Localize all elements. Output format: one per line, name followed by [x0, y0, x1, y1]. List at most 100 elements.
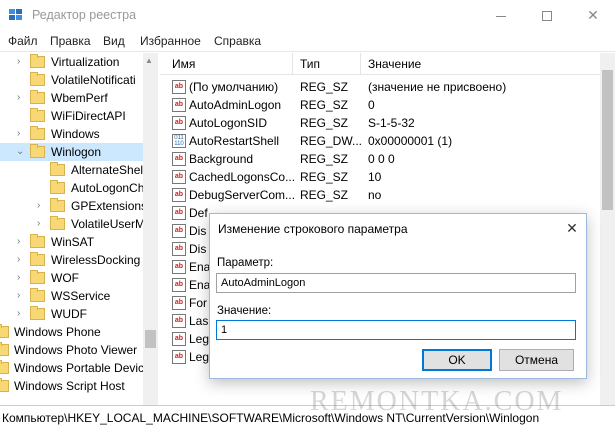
dialog-close-button[interactable]: ✕ — [562, 218, 582, 238]
folder-icon — [30, 108, 45, 122]
tree-item[interactable]: › Windows — [0, 125, 143, 143]
chevron-right-icon[interactable]: › — [17, 125, 20, 143]
tree-scrollbar[interactable] — [143, 53, 158, 405]
table-row[interactable]: 011 110 AutoRestartShell REG_DW... 0x0000… — [160, 132, 600, 150]
menu-file[interactable]: Файл — [8, 34, 38, 48]
maximize-button[interactable] — [524, 0, 570, 30]
dialog-title: Изменение строкового параметра — [218, 222, 408, 236]
list-header: Имя Тип Значение — [160, 53, 600, 75]
tree-item[interactable]: AutoLogonCh — [0, 179, 144, 197]
folder-icon — [30, 306, 45, 320]
folder-icon — [30, 252, 45, 266]
tree-item[interactable]: › WOF — [0, 269, 143, 287]
close-icon: ✕ — [587, 7, 599, 23]
tree-item[interactable]: › WSService — [0, 287, 143, 305]
folder-icon — [50, 162, 65, 176]
string-value-icon: ab — [172, 278, 186, 292]
binary-value-icon: 011 110 — [172, 134, 186, 148]
column-value-header[interactable]: Значение — [368, 57, 421, 71]
chevron-right-icon[interactable]: › — [17, 287, 20, 305]
chevron-right-icon[interactable]: › — [17, 251, 20, 269]
chevron-right-icon[interactable]: › — [17, 305, 20, 323]
menu-favorites[interactable]: Избранное — [140, 34, 201, 48]
chevron-right-icon[interactable]: › — [17, 233, 20, 251]
table-row[interactable]: ab Background REG_SZ 0 0 0 — [160, 150, 600, 168]
list-scroll-thumb[interactable] — [602, 70, 613, 210]
menu-help[interactable]: Справка — [214, 34, 261, 48]
table-row[interactable]: ab (По умолчанию) REG_SZ (значение не пр… — [160, 78, 600, 96]
string-value-icon: ab — [172, 98, 186, 112]
string-value-icon: ab — [172, 152, 186, 166]
string-value-icon: ab — [172, 188, 186, 202]
scroll-up-icon[interactable]: ▲ — [145, 56, 153, 65]
table-row[interactable]: ab AutoAdminLogon REG_SZ 0 — [160, 96, 600, 114]
param-name-field[interactable]: AutoAdminLogon — [216, 273, 576, 293]
folder-icon — [0, 360, 9, 374]
chevron-right-icon[interactable]: › — [37, 215, 40, 233]
close-button[interactable]: ✕ — [570, 0, 615, 30]
tree-item[interactable]: Windows Portable Devic — [0, 359, 144, 377]
tree-item[interactable]: Windows Phone — [0, 323, 143, 341]
registry-tree[interactable]: › Virtualization VolatileNotificati › Wb… — [0, 53, 158, 405]
string-value-icon: ab — [172, 332, 186, 346]
chevron-down-icon[interactable]: ⌄ — [16, 143, 24, 161]
folder-icon — [50, 198, 65, 212]
tree-item[interactable]: Windows Photo Viewer — [0, 341, 143, 359]
folder-icon — [0, 378, 9, 392]
column-divider[interactable] — [360, 53, 361, 75]
tree-item[interactable]: Windows Script Host — [0, 377, 143, 395]
table-row[interactable]: ab CachedLogonsCo... REG_SZ 10 — [160, 168, 600, 186]
column-divider[interactable] — [292, 53, 293, 75]
tree-item[interactable]: › WirelessDocking — [0, 251, 143, 269]
menu-view[interactable]: Вид — [103, 34, 125, 48]
close-icon: ✕ — [566, 220, 578, 236]
folder-icon — [0, 342, 9, 356]
menu-edit[interactable]: Правка — [50, 34, 91, 48]
tree-item[interactable]: › WbemPerf — [0, 89, 143, 107]
chevron-right-icon[interactable]: › — [17, 89, 20, 107]
tree-item[interactable]: › GPExtensions — [0, 197, 147, 215]
minimize-button[interactable] — [478, 0, 524, 30]
title-bar: Редактор реестра ✕ — [0, 0, 615, 30]
tree-item[interactable]: › WUDF — [0, 305, 143, 323]
tree-item[interactable]: VolatileNotificati — [0, 71, 143, 89]
tree-item[interactable]: AlternateShel — [0, 161, 143, 179]
table-row[interactable]: ab DebugServerCom... REG_SZ no — [160, 186, 600, 204]
tree-item[interactable]: WiFiDirectAPI — [0, 107, 143, 125]
chevron-right-icon[interactable]: › — [37, 197, 40, 215]
chevron-right-icon[interactable]: › — [17, 269, 20, 287]
folder-icon — [30, 288, 45, 302]
tree-item[interactable]: › Virtualization — [0, 53, 143, 71]
ok-button[interactable]: OK — [422, 349, 492, 371]
folder-icon — [50, 180, 65, 194]
folder-icon — [30, 126, 45, 140]
column-name-header[interactable]: Имя — [172, 57, 195, 71]
column-type-header[interactable]: Тип — [300, 57, 320, 71]
chevron-right-icon[interactable]: › — [17, 53, 20, 71]
folder-icon — [30, 72, 45, 86]
table-row[interactable]: ab AutoLogonSID REG_SZ S-1-5-32 — [160, 114, 600, 132]
window-title: Редактор реестра — [32, 8, 137, 22]
tree-item[interactable]: › VolatileUserM — [0, 215, 145, 233]
string-value-icon: ab — [172, 224, 186, 238]
value-data-field[interactable]: 1 — [216, 320, 576, 340]
folder-icon — [30, 234, 45, 248]
value-label: Значение: — [217, 305, 272, 317]
edit-string-dialog: Изменение строкового параметра ✕ Парамет… — [209, 213, 587, 379]
string-value-icon: ab — [172, 206, 186, 220]
minimize-icon — [496, 15, 506, 17]
tree-scroll-thumb[interactable] — [145, 330, 156, 348]
tree-item[interactable]: › WinSAT — [0, 233, 143, 251]
regedit-icon — [9, 9, 22, 20]
string-value-icon: ab — [172, 116, 186, 130]
cancel-button[interactable]: Отмена — [499, 349, 574, 371]
folder-icon — [30, 90, 45, 104]
string-value-icon: ab — [172, 314, 186, 328]
string-value-icon: ab — [172, 80, 186, 94]
string-value-icon: ab — [172, 350, 186, 364]
folder-icon — [30, 144, 45, 158]
maximize-icon — [542, 11, 552, 22]
tree-item-winlogon[interactable]: ⌄ Winlogon — [0, 143, 143, 161]
string-value-icon: ab — [172, 170, 186, 184]
folder-icon — [30, 270, 45, 284]
